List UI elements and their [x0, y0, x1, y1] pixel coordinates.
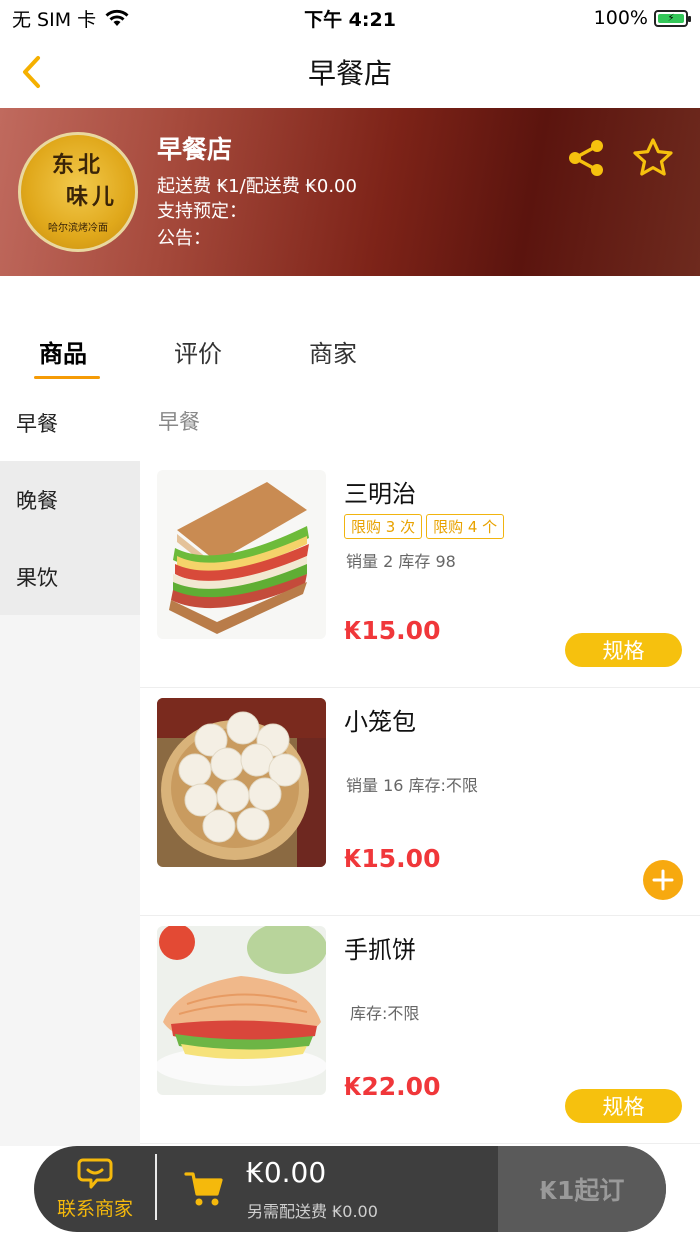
share-icon[interactable]	[566, 138, 606, 178]
shop-notice: 公告：	[157, 228, 211, 249]
product-item[interactable]: 手抓饼 库存:不限 ₭22.00 规格	[140, 916, 700, 1144]
product-price: ₭15.00	[344, 844, 441, 873]
contact-label: 联系商家	[56, 1197, 133, 1220]
product-meta: 库存:不限	[350, 1004, 420, 1023]
limit-tag: 限购 3 次	[344, 514, 423, 539]
product-name: 手抓饼	[344, 936, 416, 964]
product-name: 小笼包	[344, 708, 416, 736]
logo-text-3: 哈尔滨烤冷面	[48, 222, 108, 234]
chat-icon	[77, 1158, 113, 1188]
status-right: 100% ⚡	[593, 7, 691, 29]
delivery-fee-note: 另需配送费 ₭0.00	[247, 1202, 378, 1221]
tab-merchant[interactable]: 商家	[309, 334, 357, 369]
nav-bar: 早餐店	[0, 36, 700, 108]
spec-button[interactable]: 规格	[565, 1089, 682, 1123]
contact-merchant-button[interactable]: 联系商家	[34, 1146, 156, 1232]
tab-goods[interactable]: 商品	[39, 334, 87, 369]
page-title: 早餐店	[307, 57, 392, 90]
cart-bar: 联系商家 ₭0.00 另需配送费 ₭0.00 ₭1起订	[34, 1146, 666, 1232]
wifi-icon	[105, 9, 129, 26]
shop-reserve: 支持预定：	[157, 201, 247, 222]
logo-text-1: 东北	[51, 151, 104, 178]
product-name: 三明治	[344, 480, 416, 508]
carrier-label: 无 SIM 卡	[12, 8, 97, 31]
sidebar-item-drinks[interactable]: 果饮	[0, 538, 140, 615]
tab-bar: 商品 评价 商家	[0, 320, 700, 384]
limit-tag: 限购 4 个	[426, 514, 505, 539]
shop-name: 早餐店	[157, 135, 233, 164]
sidebar-item-breakfast[interactable]: 早餐	[0, 384, 140, 461]
product-tags: 限购 3 次 限购 4 个	[344, 514, 505, 539]
product-meta: 销量 2 库存 98	[346, 552, 456, 571]
spec-button[interactable]: 规格	[565, 633, 682, 667]
sandwich-image[interactable]	[157, 470, 326, 639]
category-sidebar: 早餐 晚餐 果饮	[0, 384, 140, 1146]
shop-logo: 东北 味儿 哈尔滨烤冷面	[18, 132, 138, 252]
favorite-star-icon[interactable]	[631, 136, 675, 180]
category-title: 早餐	[158, 410, 200, 434]
cart-total: ₭0.00	[246, 1156, 327, 1189]
sidebar-item-dinner[interactable]: 晚餐	[0, 461, 140, 538]
steamed-buns-image[interactable]	[157, 698, 326, 867]
shop-banner: 东北 味儿 哈尔滨烤冷面 早餐店 起送费 ₭1/配送费 ₭0.00 支持预定： …	[0, 108, 700, 276]
product-price: ₭22.00	[344, 1072, 441, 1101]
shop-fee: 起送费 ₭1/配送费 ₭0.00	[157, 176, 357, 197]
logo-text-2: 味儿	[65, 183, 118, 210]
product-list: 早餐 三明治 限购 3 次 限购 4 个 销量 2 库存 98 ₭15.00 规…	[140, 384, 700, 1146]
back-icon[interactable]	[18, 54, 48, 90]
product-item[interactable]: 小笼包 销量 16 库存:不限 ₭15.00	[140, 688, 700, 916]
battery-icon: ⚡	[654, 9, 691, 27]
product-item[interactable]: 三明治 限购 3 次 限购 4 个 销量 2 库存 98 ₭15.00 规格	[140, 460, 700, 688]
product-meta: 销量 16 库存:不限	[346, 776, 478, 795]
status-bar: 无 SIM 卡 下午 4:21 100% ⚡	[0, 0, 700, 36]
add-to-cart-button[interactable]	[643, 860, 683, 900]
pancake-image[interactable]	[157, 926, 326, 1095]
product-price: ₭15.00	[344, 616, 441, 645]
divider	[155, 1154, 157, 1220]
checkout-button[interactable]: ₭1起订	[498, 1146, 666, 1232]
tab-reviews[interactable]: 评价	[174, 334, 222, 369]
cart-icon[interactable]	[184, 1170, 224, 1208]
plus-icon	[652, 869, 674, 891]
battery-percent: 100%	[593, 7, 648, 29]
status-left: 无 SIM 卡	[12, 5, 130, 32]
tab-indicator	[34, 376, 100, 379]
